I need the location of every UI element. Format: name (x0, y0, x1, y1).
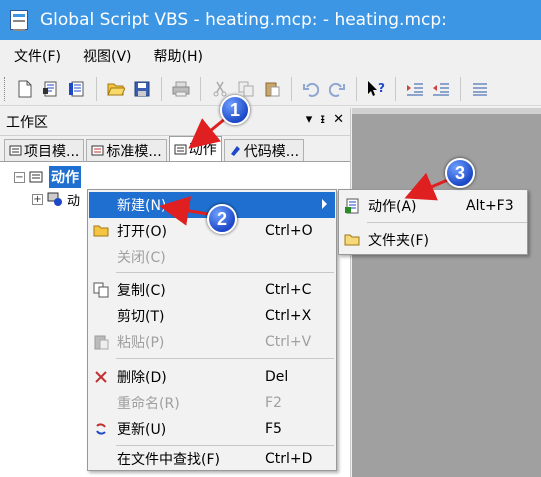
blank-icon (93, 197, 109, 213)
redo-icon[interactable] (326, 78, 348, 100)
folder-icon (344, 232, 360, 248)
module-icon (9, 145, 22, 156)
blank-icon (93, 249, 109, 265)
svg-text:?: ? (378, 81, 385, 95)
submenu-item-action[interactable]: 动作(A) Alt+F3 (340, 193, 526, 219)
toolbar-separator (356, 76, 357, 101)
tree-child-label: 动 (67, 193, 81, 209)
workspace-tabs: 项目模... 标准模... 动作 代码模... (0, 136, 350, 162)
toolbar-separator (460, 76, 461, 101)
menu-item-cut[interactable]: 剪切(T) Ctrl+X (89, 303, 335, 329)
module-icon (91, 145, 104, 156)
window-title: Global Script VBS - heating.mcp: - heati… (40, 10, 447, 30)
submenu-arrow-icon (322, 199, 327, 209)
blank-icon (93, 308, 109, 324)
callout-1: 1 (220, 95, 250, 125)
help-pointer-icon[interactable]: ? (365, 78, 387, 100)
menu-item-copy[interactable]: 复制(C) Ctrl+C (89, 277, 335, 303)
template-icon (230, 146, 240, 156)
computer-icon (47, 192, 62, 206)
menu-help[interactable]: 帮助(H) (150, 43, 207, 69)
menu-item-refresh[interactable]: 更新(U) F5 (89, 416, 335, 442)
save-icon[interactable] (131, 78, 153, 100)
menu-separator (116, 272, 334, 273)
menu-item-rename[interactable]: 重命名(R) F2 (89, 390, 335, 416)
toolbar: ? (0, 72, 541, 106)
app-icon (10, 10, 28, 31)
toolbar-separator (161, 76, 162, 101)
close-icon[interactable]: ✕ (333, 112, 344, 127)
new-submenu: 动作(A) Alt+F3 文件夹(F) (338, 189, 528, 255)
menu-separator (367, 222, 527, 223)
paste-icon (93, 334, 109, 350)
refresh-icon (93, 421, 109, 437)
callout-3: 3 (445, 158, 475, 188)
workspace-title: 工作区 (6, 114, 48, 131)
tree-root[interactable]: − 动作 (0, 166, 350, 188)
tab-standard-modules[interactable]: 标准模... (86, 139, 167, 161)
callout-2: 2 (207, 204, 237, 234)
workspace-header: 工作区 ▾ ᵻ ✕ (0, 108, 350, 136)
toolbar-separator (200, 76, 201, 101)
open-folder-icon (93, 223, 109, 239)
outdent-icon[interactable] (430, 78, 452, 100)
delete-icon (93, 369, 109, 385)
title-bar: Global Script VBS - heating.mcp: - heati… (0, 0, 541, 40)
action-folder-icon (29, 171, 43, 183)
toolbar-separator (291, 76, 292, 101)
format-icon[interactable] (469, 78, 491, 100)
tab-project-modules[interactable]: 项目模... (4, 139, 85, 161)
menu-item-paste[interactable]: 粘贴(P) Ctrl+V (89, 329, 335, 355)
action-icon (174, 144, 187, 154)
indent-icon[interactable] (404, 78, 426, 100)
new-action-icon[interactable] (66, 78, 88, 100)
tab-label: 标准模... (106, 143, 162, 160)
menu-item-delete[interactable]: 删除(D) Del (89, 364, 335, 390)
menu-item-close[interactable]: 关闭(C) (89, 244, 335, 270)
menu-file[interactable]: 文件(F) (10, 43, 65, 69)
toolbar-separator (96, 76, 97, 101)
menu-bar: 文件(F) 视图(V) 帮助(H) (0, 40, 541, 72)
toolbar-grip[interactable] (4, 76, 7, 101)
chevron-down-icon[interactable]: ▾ (306, 112, 313, 127)
new-action-icon (344, 198, 360, 214)
tab-label: 项目模... (24, 143, 80, 160)
tab-label: 动作 (188, 142, 217, 158)
context-menu: 新建(N) 打开(O) Ctrl+O 关闭(C) 复制(C) Ctrl+C 剪切… (87, 189, 337, 471)
menu-item-find-in-files[interactable]: 在文件中查找(F) Ctrl+D (89, 446, 335, 472)
menu-separator (116, 358, 334, 359)
copy-icon (93, 282, 109, 298)
editor-area-top (352, 108, 541, 114)
tree-root-label: 动作 (49, 166, 81, 188)
menu-view[interactable]: 视图(V) (79, 43, 136, 69)
new-project-icon[interactable] (40, 78, 62, 100)
blank-icon (93, 451, 109, 467)
paste-icon[interactable] (261, 78, 283, 100)
collapse-icon[interactable]: − (14, 171, 25, 183)
expand-icon[interactable]: + (32, 193, 43, 205)
new-file-icon[interactable] (14, 78, 36, 100)
print-icon[interactable] (170, 78, 192, 100)
undo-icon[interactable] (300, 78, 322, 100)
tab-actions[interactable]: 动作 (168, 136, 222, 161)
tab-code-templates[interactable]: 代码模... (223, 139, 305, 161)
pin-icon[interactable]: ᵻ (320, 112, 325, 127)
editor-area (352, 108, 541, 477)
toolbar-separator (395, 76, 396, 101)
tab-label: 代码模... (243, 143, 300, 160)
blank-icon (93, 395, 109, 411)
submenu-item-folder[interactable]: 文件夹(F) (340, 227, 526, 253)
open-folder-icon[interactable] (105, 78, 127, 100)
